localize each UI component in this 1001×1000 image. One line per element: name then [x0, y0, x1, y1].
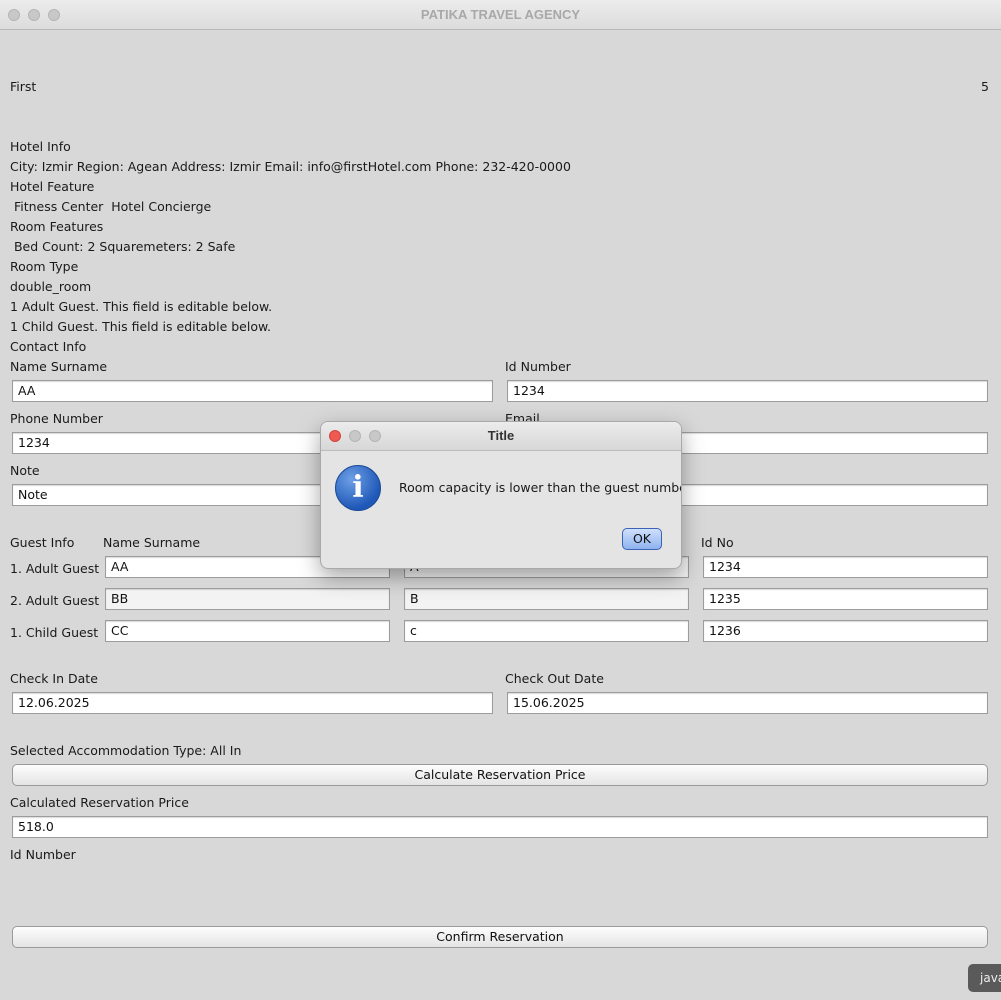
checkout-input[interactable]: 15.06.2025 — [507, 692, 988, 714]
hotel-feature-heading: Hotel Feature — [10, 179, 95, 194]
hotel-info-line: City: Izmir Region: Agean Address: Izmir… — [10, 159, 571, 174]
dialog-title: Title — [487, 428, 515, 443]
window-title: PATIKA TRAVEL AGENCY — [420, 7, 581, 22]
calculated-price-input[interactable]: 518.0 — [12, 816, 988, 838]
dialog-titlebar: Title — [321, 422, 681, 451]
hotel-name: First — [10, 79, 37, 94]
guest-info-heading: Guest Info — [10, 535, 75, 550]
contact-name-input[interactable]: AA — [12, 380, 493, 402]
child-guest-note: 1 Child Guest. This field is editable be… — [10, 319, 272, 334]
hotel-info-heading: Hotel Info — [10, 139, 71, 154]
contact-id-label: Id Number — [505, 359, 571, 374]
guest-surname-input[interactable]: c — [404, 620, 689, 642]
guest-id-input[interactable]: 1236 — [703, 620, 988, 642]
calculate-price-button[interactable]: Calculate Reservation Price — [12, 764, 988, 786]
guest-id-input[interactable]: 1235 — [703, 588, 988, 610]
room-features-heading: Room Features — [10, 219, 104, 234]
info-icon: i — [335, 465, 381, 511]
room-type-value: double_room — [10, 279, 92, 294]
guest-id-input[interactable]: 1234 — [703, 556, 988, 578]
checkout-label: Check Out Date — [505, 671, 604, 686]
contact-note-label: Note — [10, 463, 40, 478]
java-dock-item[interactable]: java — [968, 964, 1001, 992]
guest-name-input[interactable]: BB — [105, 588, 390, 610]
guest-name-column-header: Name Surname — [103, 535, 201, 550]
ok-button[interactable]: OK — [622, 528, 662, 550]
contact-id-input[interactable]: 1234 — [507, 380, 988, 402]
dialog-message: Room capacity is lower than the guest nu… — [399, 480, 682, 495]
confirm-reservation-button[interactable]: Confirm Reservation — [12, 926, 988, 948]
message-dialog: Title i Room capacity is lower than the … — [320, 421, 682, 569]
checkin-input[interactable]: 12.06.2025 — [12, 692, 493, 714]
room-features-line: Bed Count: 2 Squaremeters: 2 Safe — [10, 239, 236, 254]
guest-id-column-header: Id No — [701, 535, 734, 550]
checkin-label: Check In Date — [10, 671, 98, 686]
adult-guest-note: 1 Adult Guest. This field is editable be… — [10, 299, 273, 314]
guest-row-label: 1. Child Guest — [10, 625, 99, 640]
contact-info-heading: Contact Info — [10, 339, 87, 354]
calculated-price-label: Calculated Reservation Price — [10, 795, 189, 810]
guest-row-label: 2. Adult Guest — [10, 593, 100, 608]
accommodation-type-label: Selected Accommodation Type: All In — [10, 743, 242, 758]
hotel-feature-line: Fitness Center Hotel Concierge — [10, 199, 212, 214]
guest-row-label: 1. Adult Guest — [10, 561, 100, 576]
room-type-heading: Room Type — [10, 259, 79, 274]
contact-phone-label: Phone Number — [10, 411, 103, 426]
contact-name-label: Name Surname — [10, 359, 108, 374]
window-titlebar: PATIKA TRAVEL AGENCY — [0, 0, 1001, 30]
guest-name-input[interactable]: CC — [105, 620, 390, 642]
guest-surname-input[interactable]: B — [404, 588, 689, 610]
hotel-stars: 5 — [981, 79, 989, 94]
id-number-label: Id Number — [10, 847, 76, 862]
